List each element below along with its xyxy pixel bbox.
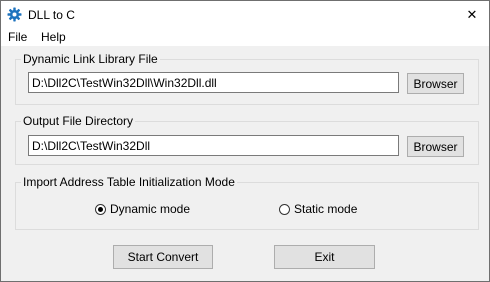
radio-static-label: Static mode xyxy=(294,202,358,216)
radio-dynamic-label: Dynamic mode xyxy=(110,202,191,216)
exit-button[interactable]: Exit xyxy=(274,245,375,269)
main-window: DLL to C ✕ File Help Dynamic Link Librar… xyxy=(0,0,490,282)
output-dir-input[interactable] xyxy=(28,135,399,156)
radio-static-indicator[interactable] xyxy=(279,203,290,215)
start-convert-button[interactable]: Start Convert xyxy=(113,245,213,269)
gear-icon xyxy=(7,7,22,22)
iat-mode-group-label: Import Address Table Initialization Mode xyxy=(21,175,237,189)
dll-file-group-label: Dynamic Link Library File xyxy=(21,52,160,66)
menu-bar: File Help xyxy=(1,29,489,46)
title-bar: DLL to C ✕ xyxy=(1,1,489,29)
menu-help[interactable]: Help xyxy=(39,29,68,46)
iat-mode-group: Import Address Table Initialization Mode… xyxy=(15,175,479,230)
close-icon: ✕ xyxy=(466,7,478,22)
dll-file-group: Dynamic Link Library File Browser xyxy=(15,52,479,105)
output-browse-button[interactable]: Browser xyxy=(407,136,464,157)
output-dir-group-label: Output File Directory xyxy=(21,114,136,128)
menu-file[interactable]: File xyxy=(6,29,29,46)
output-dir-group: Output File Directory Browser xyxy=(15,114,479,165)
close-button[interactable]: ✕ xyxy=(455,1,489,29)
radio-dynamic-mode[interactable]: Dynamic mode xyxy=(95,201,190,217)
dll-browse-button[interactable]: Browser xyxy=(407,73,464,94)
radio-dynamic-indicator[interactable] xyxy=(95,203,106,215)
radio-static-mode[interactable]: Static mode xyxy=(279,201,357,217)
dll-path-input[interactable] xyxy=(28,72,399,93)
window-title: DLL to C xyxy=(28,8,75,22)
